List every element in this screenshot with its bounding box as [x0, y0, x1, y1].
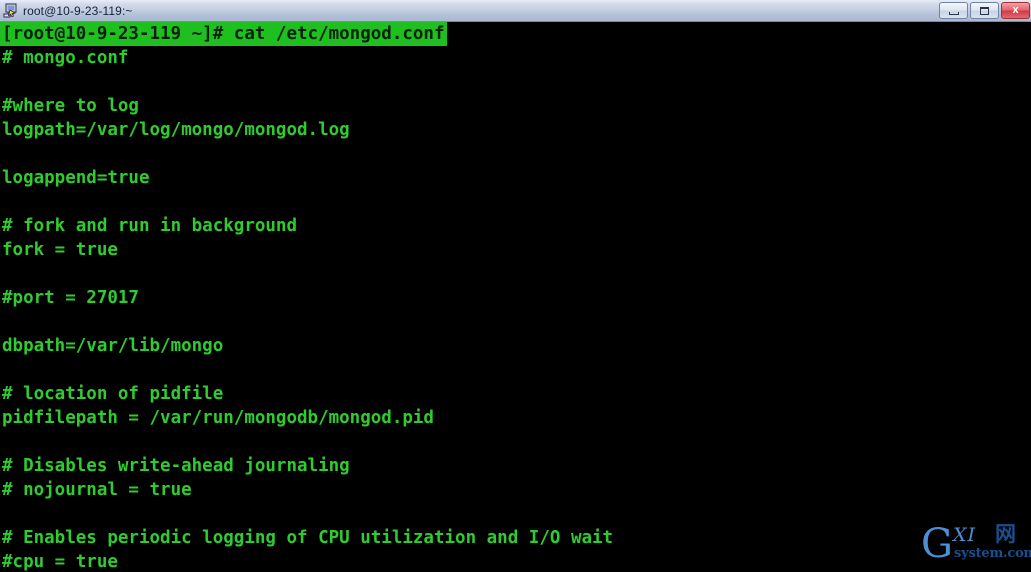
- terminal-line: # Disables write-ahead journaling: [2, 456, 350, 476]
- terminal-line: # fork and run in background: [2, 216, 298, 236]
- terminal-line: dbpath=/var/lib/mongo: [2, 336, 224, 356]
- window-title: root@10-9-23-119:~: [23, 3, 133, 18]
- terminal-line: #cpu = true: [2, 552, 118, 572]
- terminal-line: logpath=/var/log/mongo/mongod.log: [2, 120, 350, 140]
- terminal-prompt-text: [root@10-9-23-119 ~]# cat /etc/mongod.co…: [0, 22, 447, 46]
- putty-terminal-icon: [3, 3, 19, 19]
- putty-terminal-window: root@10-9-23-119:~ x [root@10-9-23-119 ~…: [0, 0, 1031, 572]
- window-titlebar[interactable]: root@10-9-23-119:~ x: [0, 0, 1031, 22]
- close-button[interactable]: x: [1001, 2, 1030, 19]
- terminal-line: fork = true: [2, 240, 118, 260]
- terminal-line: #port = 27017: [2, 288, 139, 308]
- terminal-output[interactable]: [root@10-9-23-119 ~]# cat /etc/mongod.co…: [0, 22, 1031, 572]
- terminal-line: # Enables periodic logging of CPU utiliz…: [2, 528, 614, 548]
- minimize-button[interactable]: [939, 2, 968, 19]
- terminal-line: pidfilepath = /var/run/mongodb/mongod.pi…: [2, 408, 434, 428]
- terminal-line: # mongo.conf: [2, 48, 129, 68]
- terminal-prompt-line: [root@10-9-23-119 ~]# cat /etc/mongod.co…: [0, 22, 1031, 46]
- terminal-line: logappend=true: [2, 168, 150, 188]
- close-icon: x: [1012, 4, 1019, 16]
- terminal-line: # nojournal = true: [2, 480, 192, 500]
- minimize-icon: [948, 11, 959, 15]
- maximize-icon: [980, 6, 989, 15]
- maximize-button[interactable]: [970, 2, 999, 19]
- terminal-line: #where to log: [2, 96, 139, 116]
- terminal-line: # location of pidfile: [2, 384, 224, 404]
